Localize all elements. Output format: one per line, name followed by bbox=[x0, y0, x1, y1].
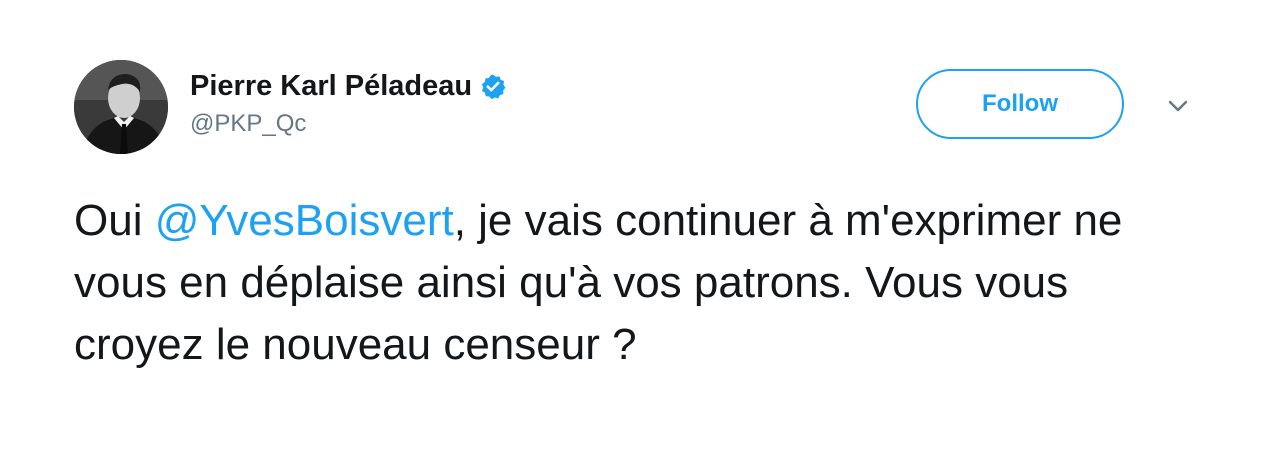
chevron-down-icon[interactable] bbox=[1164, 92, 1192, 120]
avatar[interactable] bbox=[74, 60, 168, 154]
tweet-card: Pierre Karl Péladeau @PKP_Qc Follow Oui … bbox=[0, 0, 1272, 458]
user-header: Pierre Karl Péladeau @PKP_Qc bbox=[190, 66, 506, 138]
tweet-text: Oui @YvesBoisvert, je vais continuer à m… bbox=[74, 190, 1194, 376]
tweet-text-part: Oui bbox=[74, 196, 155, 245]
display-name[interactable]: Pierre Karl Péladeau bbox=[190, 70, 472, 103]
follow-button[interactable]: Follow bbox=[916, 69, 1124, 139]
profile-photo-icon bbox=[74, 60, 168, 154]
verified-badge-icon bbox=[480, 73, 506, 100]
mention-link[interactable]: @YvesBoisvert bbox=[155, 196, 454, 245]
screen-name[interactable]: @PKP_Qc bbox=[190, 110, 506, 138]
display-name-row: Pierre Karl Péladeau bbox=[190, 66, 506, 106]
